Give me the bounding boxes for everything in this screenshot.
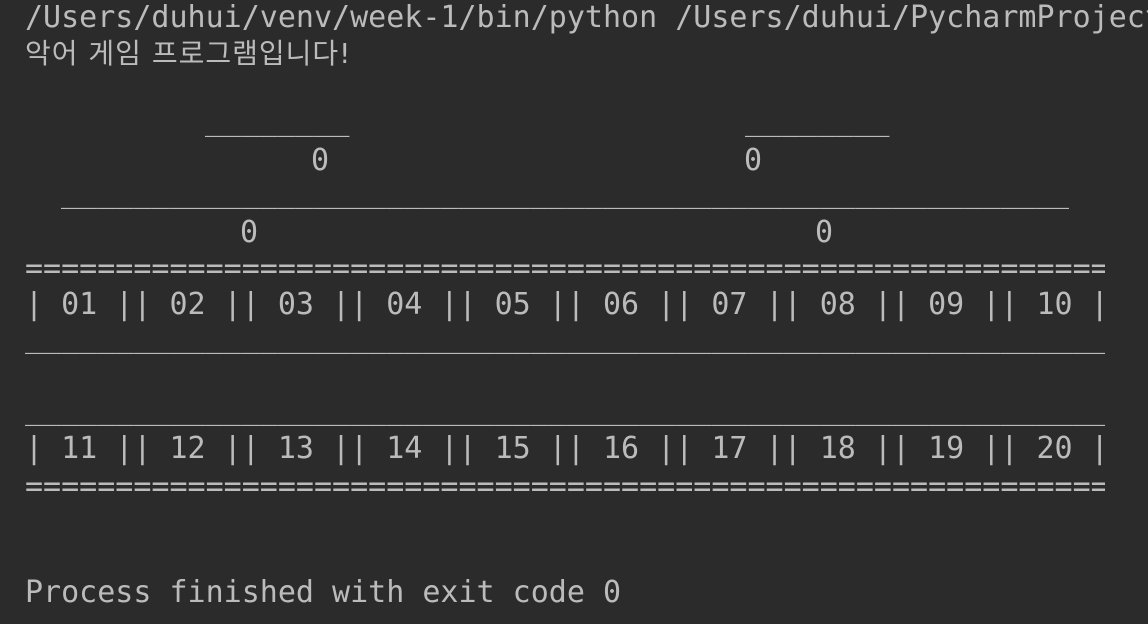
single-rule-bottom: ________________________________________… [25,392,1105,427]
teeth-upper-left: ________ [205,103,350,138]
intro-message: 악어 게임 프로그램입니다! [25,37,352,70]
exit-message: Process finished with exit code 0 [25,575,622,610]
teeth-row-bottom: | 11 || 12 || 13 || 14 || 15 || 16 || 17… [25,431,1109,466]
double-rule-bottom: ========================================… [25,469,1105,504]
teeth-upper-right: ________ [745,103,890,138]
jaw-line: ________________________________________… [61,175,1069,210]
nostril-left: 0 [240,215,259,250]
eye-right: 0 [744,143,763,178]
eye-left: 0 [311,143,330,178]
run-console-output: /Users/duhui/venv/week-1/bin/python /Use… [0,0,1148,624]
command-line: /Users/duhui/venv/week-1/bin/python /Use… [25,0,1148,35]
nostril-right: 0 [815,215,834,250]
single-rule-top: ________________________________________… [25,320,1105,355]
double-rule-top: ========================================… [25,251,1105,286]
teeth-row-top: | 01 || 02 || 03 || 04 || 05 || 06 || 07… [25,287,1109,322]
